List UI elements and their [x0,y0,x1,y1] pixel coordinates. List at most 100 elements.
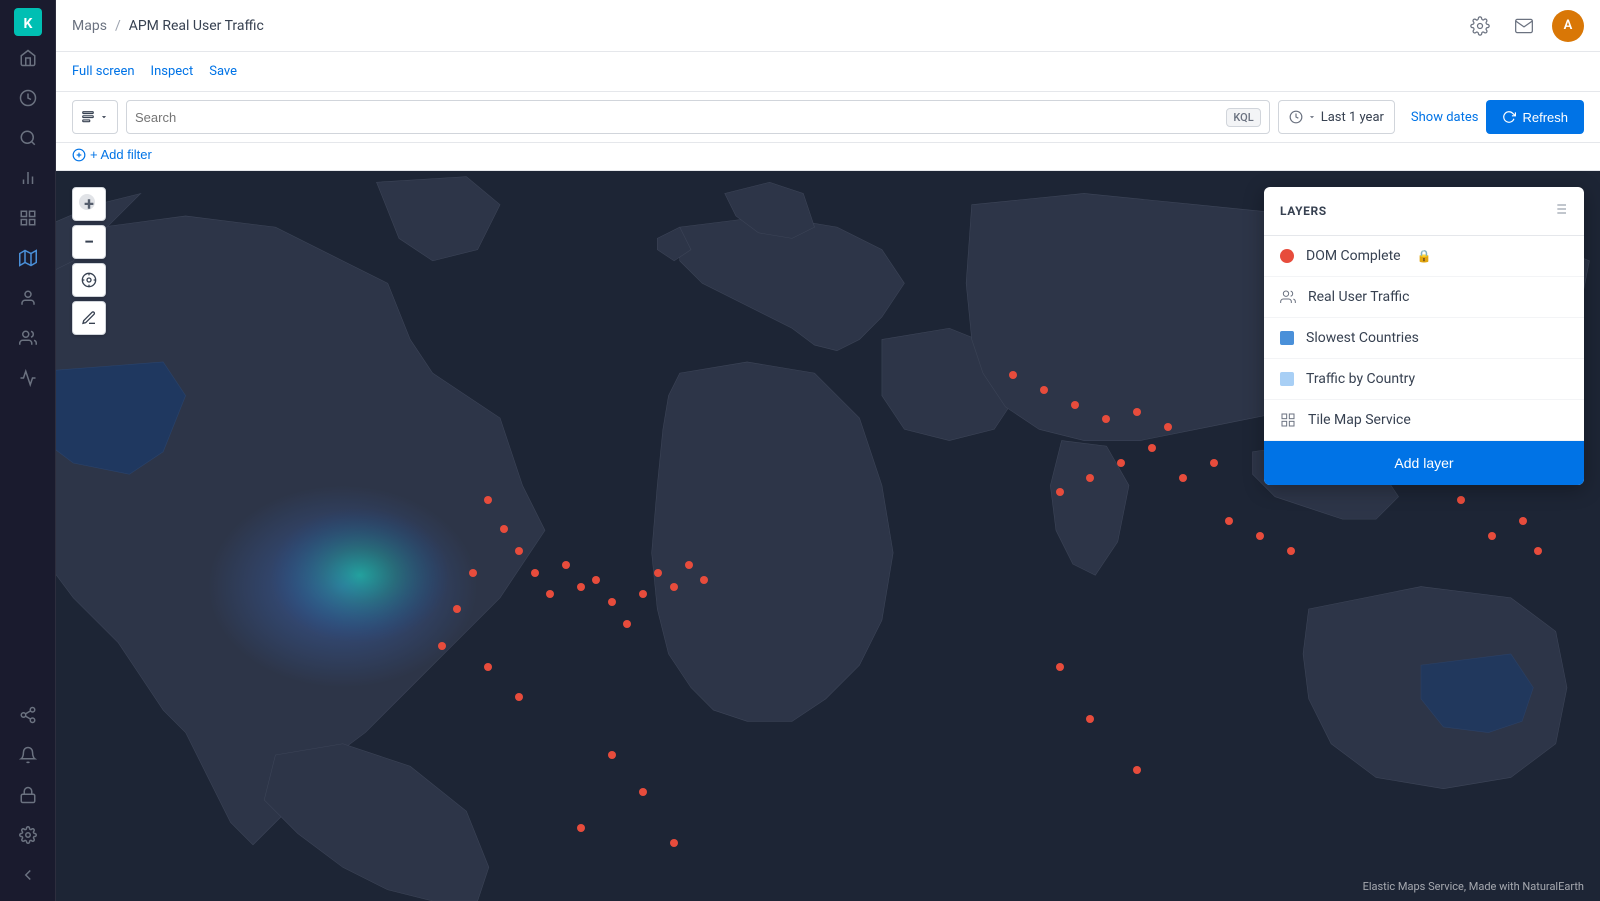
topbar: Maps / APM Real User Traffic A [56,0,1600,52]
search-type-button[interactable] [72,100,118,134]
kql-badge[interactable]: KQL [1226,108,1260,127]
zoom-out-icon: − [84,232,94,253]
breadcrumb-parent[interactable]: Maps [72,18,107,34]
map-dot [654,569,662,577]
map-dot [562,561,570,569]
map-dot [1287,547,1295,555]
sidebar-item-home[interactable] [10,40,46,76]
layer-name-real-user-traffic: Real User Traffic [1308,289,1409,305]
filterbar: + Add filter [56,143,1600,171]
layers-panel: LAYERS DOM Complete 🔒 Real User Traffic [1264,187,1584,485]
map-dot [700,576,708,584]
sidebar-item-discover[interactable] [10,120,46,156]
add-filter-label: + Add filter [90,147,152,162]
map-dot [531,569,539,577]
save-link[interactable]: Save [209,64,237,79]
zoom-in-button[interactable]: + [72,187,106,221]
map-dot [1040,386,1048,394]
add-filter-button[interactable]: + Add filter [72,147,152,162]
layer-name-slowest-countries: Slowest Countries [1306,330,1419,346]
sidebar-item-visualize[interactable] [10,160,46,196]
sidebar-item-collapse[interactable] [10,857,46,893]
map-attribution: Elastic Maps Service, Made with NaturalE… [1363,880,1584,893]
add-layer-button[interactable]: Add layer [1264,441,1584,485]
user-avatar[interactable]: A [1552,10,1584,42]
locate-icon [81,272,97,288]
map-dot [670,583,678,591]
mail-icon[interactable] [1508,10,1540,42]
map-dot [1086,715,1094,723]
map-dot [1102,415,1110,423]
search-input[interactable] [135,110,1226,125]
map-dot [1488,532,1496,540]
svg-text:K: K [23,16,32,32]
sidebar-item-dashboard[interactable] [10,200,46,236]
sidebar-item-apm[interactable] [10,360,46,396]
sidebar-item-integrations[interactable] [10,697,46,733]
locate-button[interactable] [72,263,106,297]
map-dot [1225,517,1233,525]
map-dot [670,839,678,847]
layer-item-tile-map-service[interactable]: Tile Map Service [1264,400,1584,441]
sidebar-item-settings[interactable] [10,817,46,853]
time-picker[interactable]: Last 1 year [1278,100,1395,134]
layer-name-dom-complete: DOM Complete [1306,248,1401,264]
map-dot [1256,532,1264,540]
map-controls: + − [72,187,106,335]
map-dot [1086,474,1094,482]
map-area[interactable]: + − LAYERS DOM Co [56,171,1600,901]
searchbar: KQL Last 1 year Show dates Refresh [56,92,1600,143]
map-dot [1056,663,1064,671]
layer-name-tile-map-service: Tile Map Service [1308,412,1411,428]
time-range-text: Last 1 year [1321,110,1384,125]
map-dot [500,525,508,533]
map-dot [515,547,523,555]
settings-icon[interactable] [1464,10,1496,42]
layer-icon-tile-map-service [1280,412,1296,428]
layer-lock-dom-complete: 🔒 [1417,249,1432,263]
layer-item-traffic-by-country[interactable]: Traffic by Country [1264,359,1584,400]
sidebar-item-ml[interactable] [10,280,46,316]
map-dot [1009,371,1017,379]
layer-dot-dom-complete [1280,249,1294,263]
layer-item-slowest-countries[interactable]: Slowest Countries [1264,318,1584,359]
map-dot [484,496,492,504]
sidebar-item-lock[interactable] [10,777,46,813]
map-dot [608,751,616,759]
layer-item-real-user-traffic[interactable]: Real User Traffic [1264,277,1584,318]
map-dot [623,620,631,628]
fullscreen-link[interactable]: Full screen [72,64,135,79]
layers-title: LAYERS [1280,204,1327,218]
map-dot [515,693,523,701]
map-dot [469,569,477,577]
show-dates-link[interactable]: Show dates [1411,110,1479,125]
breadcrumb-current: APM Real User Traffic [129,18,264,34]
zoom-out-button[interactable]: − [72,225,106,259]
refresh-button[interactable]: Refresh [1486,100,1584,134]
sidebar-item-maps[interactable] [10,240,46,276]
map-dot [453,605,461,613]
map-dot [1133,766,1141,774]
kibana-logo: K [14,8,42,36]
map-dot [1534,547,1542,555]
layers-header: LAYERS [1264,187,1584,236]
refresh-label: Refresh [1522,110,1568,125]
map-dot [1117,459,1125,467]
sidebar-item-clock[interactable] [10,80,46,116]
select-tool-button[interactable] [72,301,106,335]
layers-menu-icon[interactable] [1552,201,1568,221]
map-dot [577,583,585,591]
layer-item-dom-complete[interactable]: DOM Complete 🔒 [1264,236,1584,277]
map-dot [1210,459,1218,467]
map-dot [1164,423,1172,431]
map-dot [577,824,585,832]
inspect-link[interactable]: Inspect [151,64,194,79]
breadcrumb-separator: / [115,18,121,34]
map-dot [1457,496,1465,504]
map-dot [1133,408,1141,416]
map-dot [639,788,647,796]
layer-name-traffic-by-country: Traffic by Country [1306,371,1415,387]
sidebar-item-security[interactable] [10,320,46,356]
sidebar-item-alerts[interactable] [10,737,46,773]
map-dot [546,590,554,598]
